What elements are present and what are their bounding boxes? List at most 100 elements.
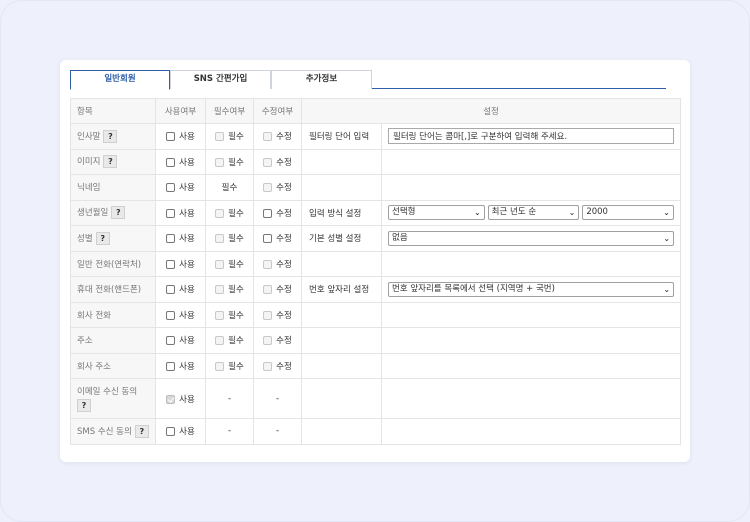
table-row: 이미지? 사용 필수 수정 [70, 148, 682, 175]
editable-label: - [275, 426, 280, 437]
editable-checkbox[interactable] [263, 234, 273, 244]
table-row: 생년월일? 사용 필수 수정 입력 방식 설정 선택형 ⌄ 최근 년도 순 ⌄ 20… [70, 199, 682, 226]
tab-general-member[interactable]: 일반회원 [70, 70, 170, 90]
setting-control-cell [380, 250, 682, 277]
default-gender-select[interactable]: 없음 ⌄ [388, 230, 675, 246]
use-checkbox[interactable] [166, 132, 176, 142]
settings-card: 일반회원 SNS 간편가입 추가정보 항목 사용여부 필수여부 수정여부 설정 … [60, 60, 690, 462]
help-button[interactable]: ? [134, 424, 149, 438]
editable-cell: 수정 [253, 174, 302, 201]
editable-label: 수정 [276, 183, 292, 194]
help-button[interactable]: ? [103, 155, 118, 169]
editable-label: 수정 [276, 361, 292, 372]
use-label: 사용 [179, 336, 195, 347]
use-cell: 사용 [155, 123, 206, 150]
required-cell: 필수 [205, 199, 254, 226]
use-label: 사용 [179, 157, 195, 168]
year-order-select[interactable]: 최근 년도 순 ⌄ [487, 205, 580, 221]
required-checkbox[interactable] [215, 310, 225, 320]
table-row: 닉네임 사용 필수 수정 [70, 174, 682, 201]
help-button[interactable]: ? [111, 206, 126, 220]
use-cell: 사용 [155, 276, 206, 303]
required-label: - [227, 426, 232, 437]
editable-checkbox[interactable] [263, 361, 273, 371]
chevron-down-icon: ⌄ [663, 284, 671, 294]
required-label: 필수 [228, 285, 244, 296]
required-cell: 필수 [205, 225, 254, 252]
tab-additional-info[interactable]: 추가정보 [271, 70, 372, 89]
use-checkbox[interactable] [166, 427, 176, 437]
row-label: 휴대 전화(핸드폰) [70, 276, 156, 303]
editable-checkbox[interactable] [263, 285, 273, 295]
table-row: SMS 수신 동의? 사용 - - [70, 418, 682, 445]
required-checkbox[interactable] [215, 259, 225, 269]
use-cell: 사용 [155, 250, 206, 277]
row-label-cell: 성별? [70, 225, 156, 252]
required-checkbox[interactable] [215, 157, 225, 167]
required-checkbox[interactable] [215, 132, 225, 142]
editable-checkbox[interactable] [263, 183, 273, 193]
editable-label: 수정 [276, 336, 292, 347]
use-checkbox[interactable] [166, 285, 176, 295]
row-label: 이메일 수신 동의 [77, 386, 138, 397]
editable-label: 수정 [276, 132, 292, 143]
table-row: 회사 주소 사용 필수 수정 [70, 352, 682, 379]
required-checkbox[interactable] [215, 234, 225, 244]
required-label: 필수 [228, 361, 244, 372]
birthdate-select-group: 선택형 ⌄ 최근 년도 순 ⌄ 2000 ⌄ [388, 205, 674, 221]
help-button[interactable]: ? [103, 129, 118, 143]
use-checkbox[interactable] [166, 183, 176, 193]
setting-control-cell [380, 123, 682, 150]
required-label: 필수 [221, 183, 238, 194]
editable-cell: 수정 [253, 327, 302, 354]
editable-checkbox[interactable] [263, 132, 273, 142]
use-checkbox[interactable] [166, 259, 176, 269]
input-method-select[interactable]: 선택형 ⌄ [388, 205, 485, 221]
required-cell: 필수 [205, 174, 254, 201]
required-checkbox[interactable] [215, 208, 225, 218]
required-cell: 필수 [205, 327, 254, 354]
required-checkbox[interactable] [215, 361, 225, 371]
setting-label [301, 302, 382, 328]
table-row: 이메일 수신 동의? 사용 - - [70, 378, 682, 419]
select-value: 선택형 [392, 207, 416, 218]
row-label-cell: 생년월일? [70, 199, 156, 226]
phone-prefix-select[interactable]: 번호 앞자리를 목록에서 선택 (지역명 + 국번) ⌄ [388, 281, 675, 297]
editable-label: - [275, 393, 280, 404]
required-checkbox[interactable] [215, 336, 225, 346]
use-checkbox[interactable] [166, 394, 176, 404]
chevron-down-icon: ⌄ [473, 208, 481, 218]
editable-cell: 수정 [253, 148, 302, 175]
use-checkbox[interactable] [166, 234, 176, 244]
editable-checkbox[interactable] [263, 259, 273, 269]
row-label: 이미지 [77, 157, 101, 168]
editable-cell: 수정 [253, 276, 302, 303]
use-label: 사용 [179, 361, 195, 372]
help-button[interactable]: ? [77, 398, 91, 412]
filter-words-input[interactable] [388, 128, 675, 145]
use-label: 사용 [179, 310, 195, 321]
use-checkbox[interactable] [166, 208, 176, 218]
required-cell: - [205, 378, 254, 419]
select-value: 없음 [392, 232, 408, 243]
use-checkbox[interactable] [166, 336, 176, 346]
required-label: - [227, 393, 232, 404]
tab-bar: 일반회원 SNS 간편가입 추가정보 [70, 70, 666, 90]
header-item: 항목 [70, 98, 156, 124]
tab-sns-signup[interactable]: SNS 간편가입 [170, 70, 271, 89]
editable-checkbox[interactable] [263, 157, 273, 167]
table-header-row: 항목 사용여부 필수여부 수정여부 설정 [70, 98, 682, 124]
use-checkbox[interactable] [166, 361, 176, 371]
required-checkbox[interactable] [215, 285, 225, 295]
row-label: 주소 [70, 327, 156, 354]
header-required: 필수여부 [205, 98, 254, 124]
chevron-down-icon: ⌄ [663, 208, 670, 218]
editable-checkbox[interactable] [263, 336, 273, 346]
editable-checkbox[interactable] [263, 310, 273, 320]
default-year-select[interactable]: 2000 ⌄ [582, 205, 674, 221]
editable-checkbox[interactable] [263, 208, 273, 218]
help-button[interactable]: ? [95, 231, 110, 245]
use-checkbox[interactable] [166, 310, 176, 320]
required-cell: 필수 [205, 123, 254, 150]
use-checkbox[interactable] [166, 157, 176, 167]
